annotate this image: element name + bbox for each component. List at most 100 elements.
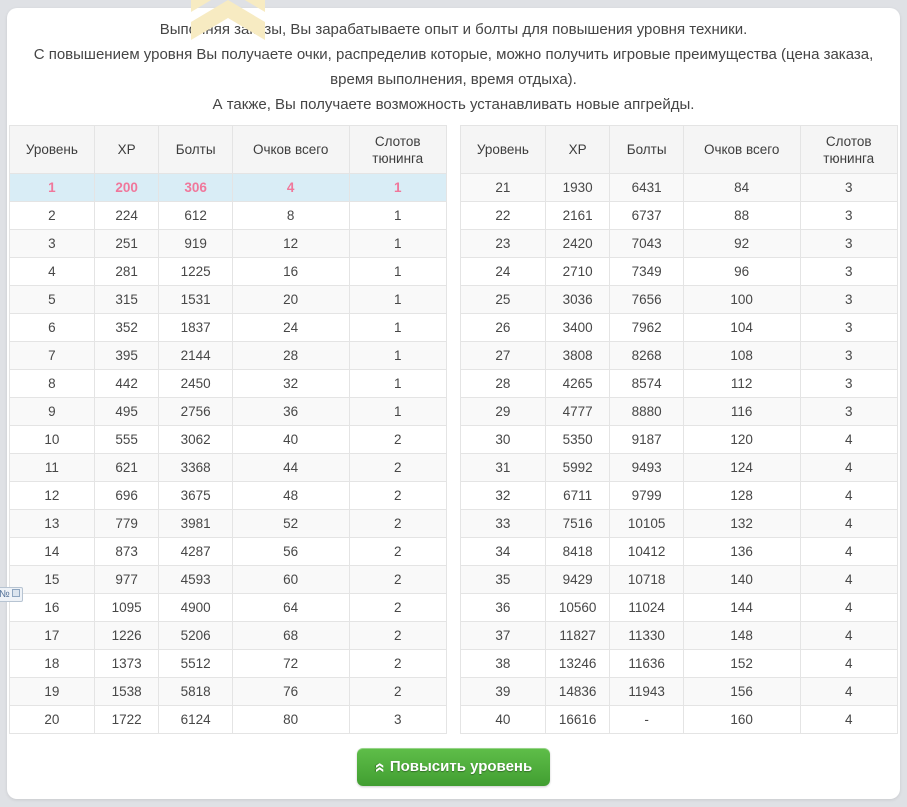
- level-cell: 1538: [94, 678, 159, 706]
- level-cell: 104: [683, 314, 800, 342]
- level-cell: 6431: [610, 174, 683, 202]
- level-cell: 8: [10, 370, 95, 398]
- level-cell: 140: [683, 566, 800, 594]
- level-cell: 5350: [545, 426, 610, 454]
- level-cell: 35: [461, 566, 546, 594]
- level-cell: 16616: [545, 706, 610, 734]
- level-cell: 136: [683, 538, 800, 566]
- level-cell: 7656: [610, 286, 683, 314]
- level-cell: 116: [683, 398, 800, 426]
- level-cell: 977: [94, 566, 159, 594]
- level-cell: 21: [461, 174, 546, 202]
- level-cell: 3: [349, 706, 446, 734]
- level-row: 359429107181404: [461, 566, 898, 594]
- level-row: 94952756361: [10, 398, 447, 426]
- level-cell: 20: [232, 286, 349, 314]
- level-row: 159774593602: [10, 566, 447, 594]
- level-cell: 621: [94, 454, 159, 482]
- level-cell: 4777: [545, 398, 610, 426]
- level-cell: 1: [349, 174, 446, 202]
- level-row: 3711827113301484: [461, 622, 898, 650]
- level-cell: 20: [10, 706, 95, 734]
- level-row: 1915385818762: [10, 678, 447, 706]
- level-cell: 2: [349, 454, 446, 482]
- level-cell: 442: [94, 370, 159, 398]
- level-cell: 5992: [545, 454, 610, 482]
- level-cell: 3: [800, 174, 897, 202]
- level-cell: 112: [683, 370, 800, 398]
- level-cell: 26: [461, 314, 546, 342]
- level-cell: 128: [683, 482, 800, 510]
- column-header-xp: XP: [94, 126, 159, 174]
- level-cell: 13246: [545, 650, 610, 678]
- level-cell: 2710: [545, 258, 610, 286]
- level-row: 137793981522: [10, 510, 447, 538]
- level-row: 1610954900642: [10, 594, 447, 622]
- level-up-button[interactable]: «Повысить уровень: [357, 748, 550, 786]
- level-row: 148734287562: [10, 538, 447, 566]
- level-cell: 3675: [159, 482, 232, 510]
- level-cell: 68: [232, 622, 349, 650]
- levels-table-1-20: Уровень XP Болты Очков всего Слотов тюни…: [9, 125, 447, 734]
- level-row: 73952144281: [10, 342, 447, 370]
- level-cell: 1: [349, 258, 446, 286]
- level-cell: 4: [800, 566, 897, 594]
- column-header-level: Уровень: [461, 126, 546, 174]
- level-cell: 1: [349, 230, 446, 258]
- column-header-slots: Слотов тюнинга: [800, 126, 897, 174]
- level-cell: 11943: [610, 678, 683, 706]
- level-cell: 8268: [610, 342, 683, 370]
- level-row: 337516101051324: [461, 510, 898, 538]
- level-cell: 32: [461, 482, 546, 510]
- column-header-xp: XP: [545, 126, 610, 174]
- level-cell: 17: [10, 622, 95, 650]
- column-header-points: Очков всего: [683, 126, 800, 174]
- level-cell: 4: [800, 706, 897, 734]
- level-cell: 27: [461, 342, 546, 370]
- column-header-bolts: Болты: [159, 126, 232, 174]
- level-cell: 2161: [545, 202, 610, 230]
- level-cell: 7962: [610, 314, 683, 342]
- level-cell: 92: [683, 230, 800, 258]
- level-cell: 3062: [159, 426, 232, 454]
- level-cell: 10412: [610, 538, 683, 566]
- level-cell: 4: [800, 594, 897, 622]
- level-row: 31599294931244: [461, 454, 898, 482]
- level-cell: 1373: [94, 650, 159, 678]
- level-cell: 3400: [545, 314, 610, 342]
- level-cell: 6: [10, 314, 95, 342]
- level-cell: 5206: [159, 622, 232, 650]
- level-cell: 1837: [159, 314, 232, 342]
- level-row: 3914836119431564: [461, 678, 898, 706]
- column-header-level: Уровень: [10, 126, 95, 174]
- level-cell: 1930: [545, 174, 610, 202]
- level-cell: 5818: [159, 678, 232, 706]
- level-cell: 160: [683, 706, 800, 734]
- level-row: 1712265206682: [10, 622, 447, 650]
- level-cell: 11024: [610, 594, 683, 622]
- level-cell: 38: [461, 650, 546, 678]
- level-cell: 873: [94, 538, 159, 566]
- table-header-row: Уровень XP Болты Очков всего Слотов тюни…: [10, 126, 447, 174]
- level-cell: 5: [10, 286, 95, 314]
- level-cell: 3: [800, 258, 897, 286]
- level-cell: 40: [232, 426, 349, 454]
- level-cell: 2450: [159, 370, 232, 398]
- level-cell: 7516: [545, 510, 610, 538]
- level-cell: 8880: [610, 398, 683, 426]
- level-cell: 1: [349, 286, 446, 314]
- level-cell: 1: [349, 342, 446, 370]
- level-cell: 10: [10, 426, 95, 454]
- level-cell: 352: [94, 314, 159, 342]
- level-row: 3813246116361524: [461, 650, 898, 678]
- level-cell: 4265: [545, 370, 610, 398]
- level-cell: 2: [349, 622, 446, 650]
- level-cell: 7: [10, 342, 95, 370]
- level-cell: 2: [349, 650, 446, 678]
- level-cell: 4: [800, 538, 897, 566]
- level-cell: 25: [461, 286, 546, 314]
- level-cell: 3808: [545, 342, 610, 370]
- level-cell: 24: [461, 258, 546, 286]
- level-cell: 28: [461, 370, 546, 398]
- level-cell: 18: [10, 650, 95, 678]
